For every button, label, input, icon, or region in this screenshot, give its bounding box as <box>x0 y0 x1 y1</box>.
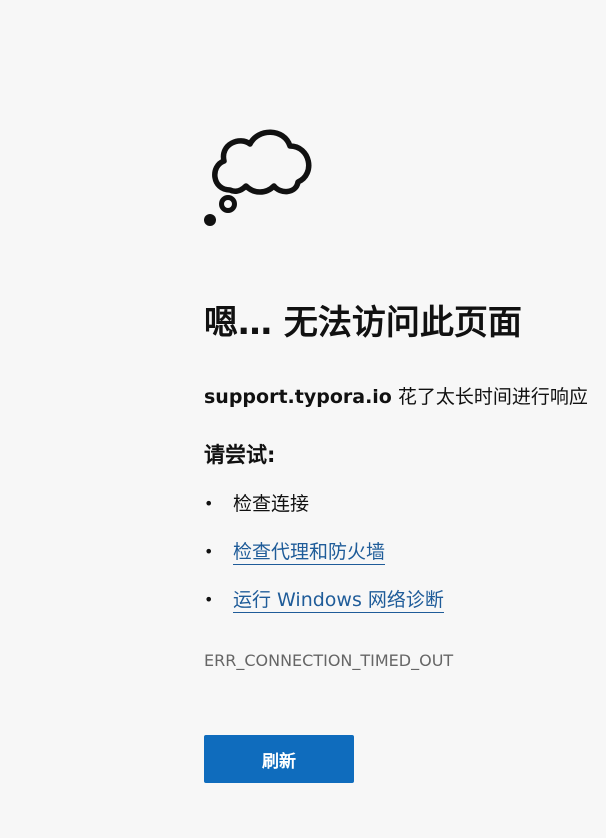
thought-cloud-icon <box>204 129 312 226</box>
suggestion-label: 检查连接 <box>233 493 310 515</box>
check-proxy-firewall-link[interactable]: 检查代理和防火墙 <box>233 541 386 565</box>
try-heading: 请尝试: <box>204 443 276 467</box>
error-message: support.typora.io 花了太长时间进行响应 <box>204 383 588 411</box>
bullet-icon: • <box>204 590 214 609</box>
error-host: support.typora.io <box>204 386 392 408</box>
error-code: ERR_CONNECTION_TIMED_OUT <box>204 651 454 670</box>
suggestion-network-diagnostics: • 运行 Windows 网络诊断 <box>204 586 444 634</box>
suggestion-list: • 检查连接 • 检查代理和防火墙 • 运行 Windows 网络诊断 <box>204 490 444 634</box>
bullet-icon: • <box>204 494 214 513</box>
error-page: 嗯… 无法访问此页面 support.typora.io 花了太长时间进行响应 … <box>0 0 606 838</box>
error-message-text: 花了太长时间进行响应 <box>391 386 588 408</box>
page-title: 嗯… 无法访问此页面 <box>204 303 522 343</box>
suggestion-check-connection: • 检查连接 <box>204 490 444 538</box>
suggestion-check-proxy-firewall: • 检查代理和防火墙 <box>204 538 444 586</box>
network-diagnostics-link[interactable]: 运行 Windows 网络诊断 <box>233 589 444 613</box>
refresh-button[interactable]: 刷新 <box>204 735 354 783</box>
bullet-icon: • <box>204 542 214 561</box>
